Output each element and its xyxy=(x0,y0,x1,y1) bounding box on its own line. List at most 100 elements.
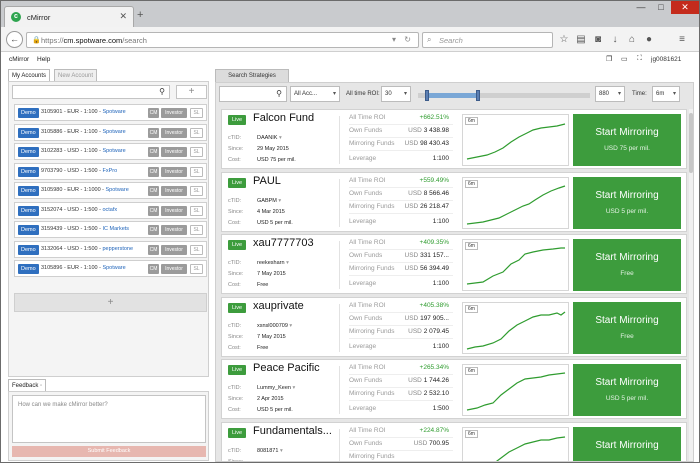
scrollbar-thumb[interactable] xyxy=(689,113,693,173)
sl-button[interactable]: SL xyxy=(190,225,203,235)
account-label[interactable]: 3132064 - USD - 1:500 - pepperstone xyxy=(41,246,133,252)
ctid-value[interactable]: DAANIK ▾ xyxy=(257,135,282,141)
address-bar[interactable]: 🔒 https://cm.spotware.com/search ▾ ↻ xyxy=(26,32,419,48)
strategy-card[interactable]: Live xauprivate cTID: xsnsl000709 ▾ Since: 7 … xyxy=(221,296,687,357)
cm-button[interactable]: CM xyxy=(148,127,159,138)
investor-button[interactable]: Investor xyxy=(161,147,187,157)
account-broker-link[interactable]: IC Markets xyxy=(102,226,129,232)
home-icon[interactable]: ⌂ xyxy=(625,34,639,45)
start-mirroring-button[interactable]: Start Mirroring USD 5 per mil. xyxy=(573,364,681,416)
investor-button[interactable]: Investor xyxy=(161,186,187,196)
performance-sparkline[interactable]: 6m xyxy=(462,301,569,354)
sl-button[interactable]: SL xyxy=(190,127,203,138)
account-label[interactable]: 3105886 - EUR - 1:100 - Spotware xyxy=(41,129,126,135)
account-row[interactable]: Demo 3105901 - EUR - 1:100 - Spotware CM In… xyxy=(14,104,207,121)
cm-button[interactable]: CM xyxy=(148,186,159,196)
ctid-value[interactable]: GABPM ▾ xyxy=(257,198,281,204)
account-broker-link[interactable]: pepperstone xyxy=(102,246,133,252)
sl-button[interactable]: SL xyxy=(190,166,203,177)
slider-min-handle[interactable] xyxy=(424,90,429,101)
account-broker-link[interactable]: Spotware xyxy=(102,109,125,115)
account-broker-link[interactable]: octafx xyxy=(102,207,117,213)
pocket-icon[interactable]: ◙ xyxy=(591,34,605,45)
account-row[interactable]: Demo 3132064 - USD - 1:500 - pepperstone C… xyxy=(14,240,207,258)
ctid-value[interactable]: reekesharn ▾ xyxy=(257,260,289,266)
back-arrow-icon[interactable]: ← xyxy=(6,31,23,48)
tab-my-accounts[interactable]: My Accounts xyxy=(8,69,51,81)
strategy-name[interactable]: xauprivate xyxy=(253,300,304,312)
sl-button[interactable]: SL xyxy=(190,264,203,274)
investor-button[interactable]: Investor xyxy=(161,244,187,255)
account-label[interactable]: 9703790 - USD - 1:500 - FxPro xyxy=(41,168,117,174)
close-tab-icon[interactable]: ✕ xyxy=(119,11,127,22)
window-icon[interactable]: ❐ xyxy=(606,55,612,63)
minimize-icon[interactable]: — xyxy=(631,1,651,14)
tab-search-strategies[interactable]: Search Strategies xyxy=(215,69,289,82)
maximize-icon[interactable]: □ xyxy=(651,1,671,14)
strategy-name[interactable]: PAUL xyxy=(253,175,281,187)
investor-button[interactable]: Investor xyxy=(161,108,187,118)
fullscreen-icon[interactable]: ⛶ xyxy=(637,55,642,63)
strategy-list-scrollbar[interactable] xyxy=(689,109,693,461)
ctid-value[interactable]: xsnsl000709 ▾ xyxy=(257,323,292,329)
strategy-search-input[interactable]: ⚲ xyxy=(219,86,287,102)
roi-range-slider[interactable] xyxy=(418,90,590,101)
account-row[interactable]: Demo 3102283 - USD - 1:100 - Spotware CM In… xyxy=(14,143,207,160)
ctid-value[interactable]: 8081871 ▾ xyxy=(257,448,283,454)
bookmarks-library-icon[interactable]: ▤ xyxy=(574,34,588,45)
investor-button[interactable]: Investor xyxy=(161,127,187,138)
account-broker-link[interactable]: Spotware xyxy=(106,187,129,193)
close-window-icon[interactable]: ✕ xyxy=(671,1,699,14)
feedback-textarea[interactable]: How can we make cMirror better? xyxy=(12,395,206,443)
account-label[interactable]: 3159439 - USD - 1:500 - IC Markets xyxy=(41,226,129,232)
account-broker-link[interactable]: FxPro xyxy=(102,168,117,174)
account-row[interactable]: Demo 3159439 - USD - 1:500 - IC Markets CM… xyxy=(14,221,207,238)
account-broker-link[interactable]: Spotware xyxy=(102,265,125,271)
tab-feedback[interactable]: Feedback ▫ xyxy=(8,379,47,391)
start-mirroring-button[interactable]: Start Mirroring USD 5 per mil. xyxy=(573,176,681,229)
performance-sparkline[interactable]: 6m xyxy=(462,364,569,416)
account-label[interactable]: 3105980 - EUR - 1:1000 - Spotware xyxy=(41,187,129,193)
account-label[interactable]: 3105901 - EUR - 1:100 - Spotware xyxy=(41,109,126,115)
time-select[interactable]: 6m ▾ xyxy=(652,86,680,102)
browser-search-box[interactable]: ⌕ Search xyxy=(422,32,553,48)
account-label[interactable]: 3102283 - USD - 1:100 - Spotware xyxy=(41,148,126,154)
performance-sparkline[interactable]: 6m xyxy=(462,426,569,461)
account-broker-link[interactable]: Spotware xyxy=(102,129,125,135)
account-filter-select[interactable]: All Acc... ▾ xyxy=(290,86,340,102)
account-label[interactable]: 3152074 - USD - 1:500 - octafx xyxy=(41,207,117,213)
strategy-card[interactable]: Live Peace Pacific cTID: Lummy_Keen ▾ Since:… xyxy=(221,359,687,419)
cm-button[interactable]: CM xyxy=(148,225,159,235)
sl-button[interactable]: SL xyxy=(190,205,203,216)
roi-max-select[interactable]: 880 ▾ xyxy=(595,86,625,102)
strategy-name[interactable]: xau7777703 xyxy=(253,237,314,249)
cm-button[interactable]: CM xyxy=(148,166,159,177)
cm-button[interactable]: CM xyxy=(148,108,159,118)
cm-button[interactable]: CM xyxy=(148,244,159,255)
keyboard-icon[interactable]: ▭ xyxy=(621,55,628,63)
account-row[interactable]: Demo 3152074 - USD - 1:500 - octafx CM Inve… xyxy=(14,201,207,219)
performance-sparkline[interactable]: 6m xyxy=(462,239,569,291)
account-row[interactable]: Demo 3105896 - EUR - 1:100 - Spotware CM In… xyxy=(14,260,207,277)
cm-button[interactable]: CM xyxy=(148,147,159,157)
performance-sparkline[interactable]: 6m xyxy=(462,114,569,166)
performance-sparkline[interactable]: 6m xyxy=(462,176,569,229)
menu-cmirror[interactable]: cMirror xyxy=(9,56,29,63)
submit-feedback-button[interactable]: Submit Feedback xyxy=(12,446,206,457)
account-search-input[interactable]: ⚲ xyxy=(12,85,170,99)
start-mirroring-button[interactable]: Start Mirroring xyxy=(573,426,681,461)
strategy-name[interactable]: Fundamentals... xyxy=(253,425,332,437)
sl-button[interactable]: SL xyxy=(190,244,203,255)
add-account-row-button[interactable]: + xyxy=(14,293,207,312)
account-label[interactable]: 3105896 - EUR - 1:100 - Spotware xyxy=(41,265,126,271)
new-tab-icon[interactable]: + xyxy=(137,9,143,21)
browser-tab[interactable]: c cMirror ✕ xyxy=(4,6,134,27)
hamburger-menu-icon[interactable]: ≡ xyxy=(675,34,689,45)
reload-icon[interactable]: ▾ ↻ xyxy=(392,35,414,44)
tab-new-account[interactable]: New Account xyxy=(54,69,98,81)
strategy-card[interactable]: Live xau7777703 cTID: reekesharn ▾ Since: 7 M… xyxy=(221,234,687,294)
bookmark-star-icon[interactable]: ☆ xyxy=(557,34,571,45)
roi-min-select[interactable]: 30 ▾ xyxy=(381,86,411,102)
ctid-value[interactable]: Lummy_Keen ▾ xyxy=(257,385,295,391)
slider-max-handle[interactable] xyxy=(476,90,481,101)
